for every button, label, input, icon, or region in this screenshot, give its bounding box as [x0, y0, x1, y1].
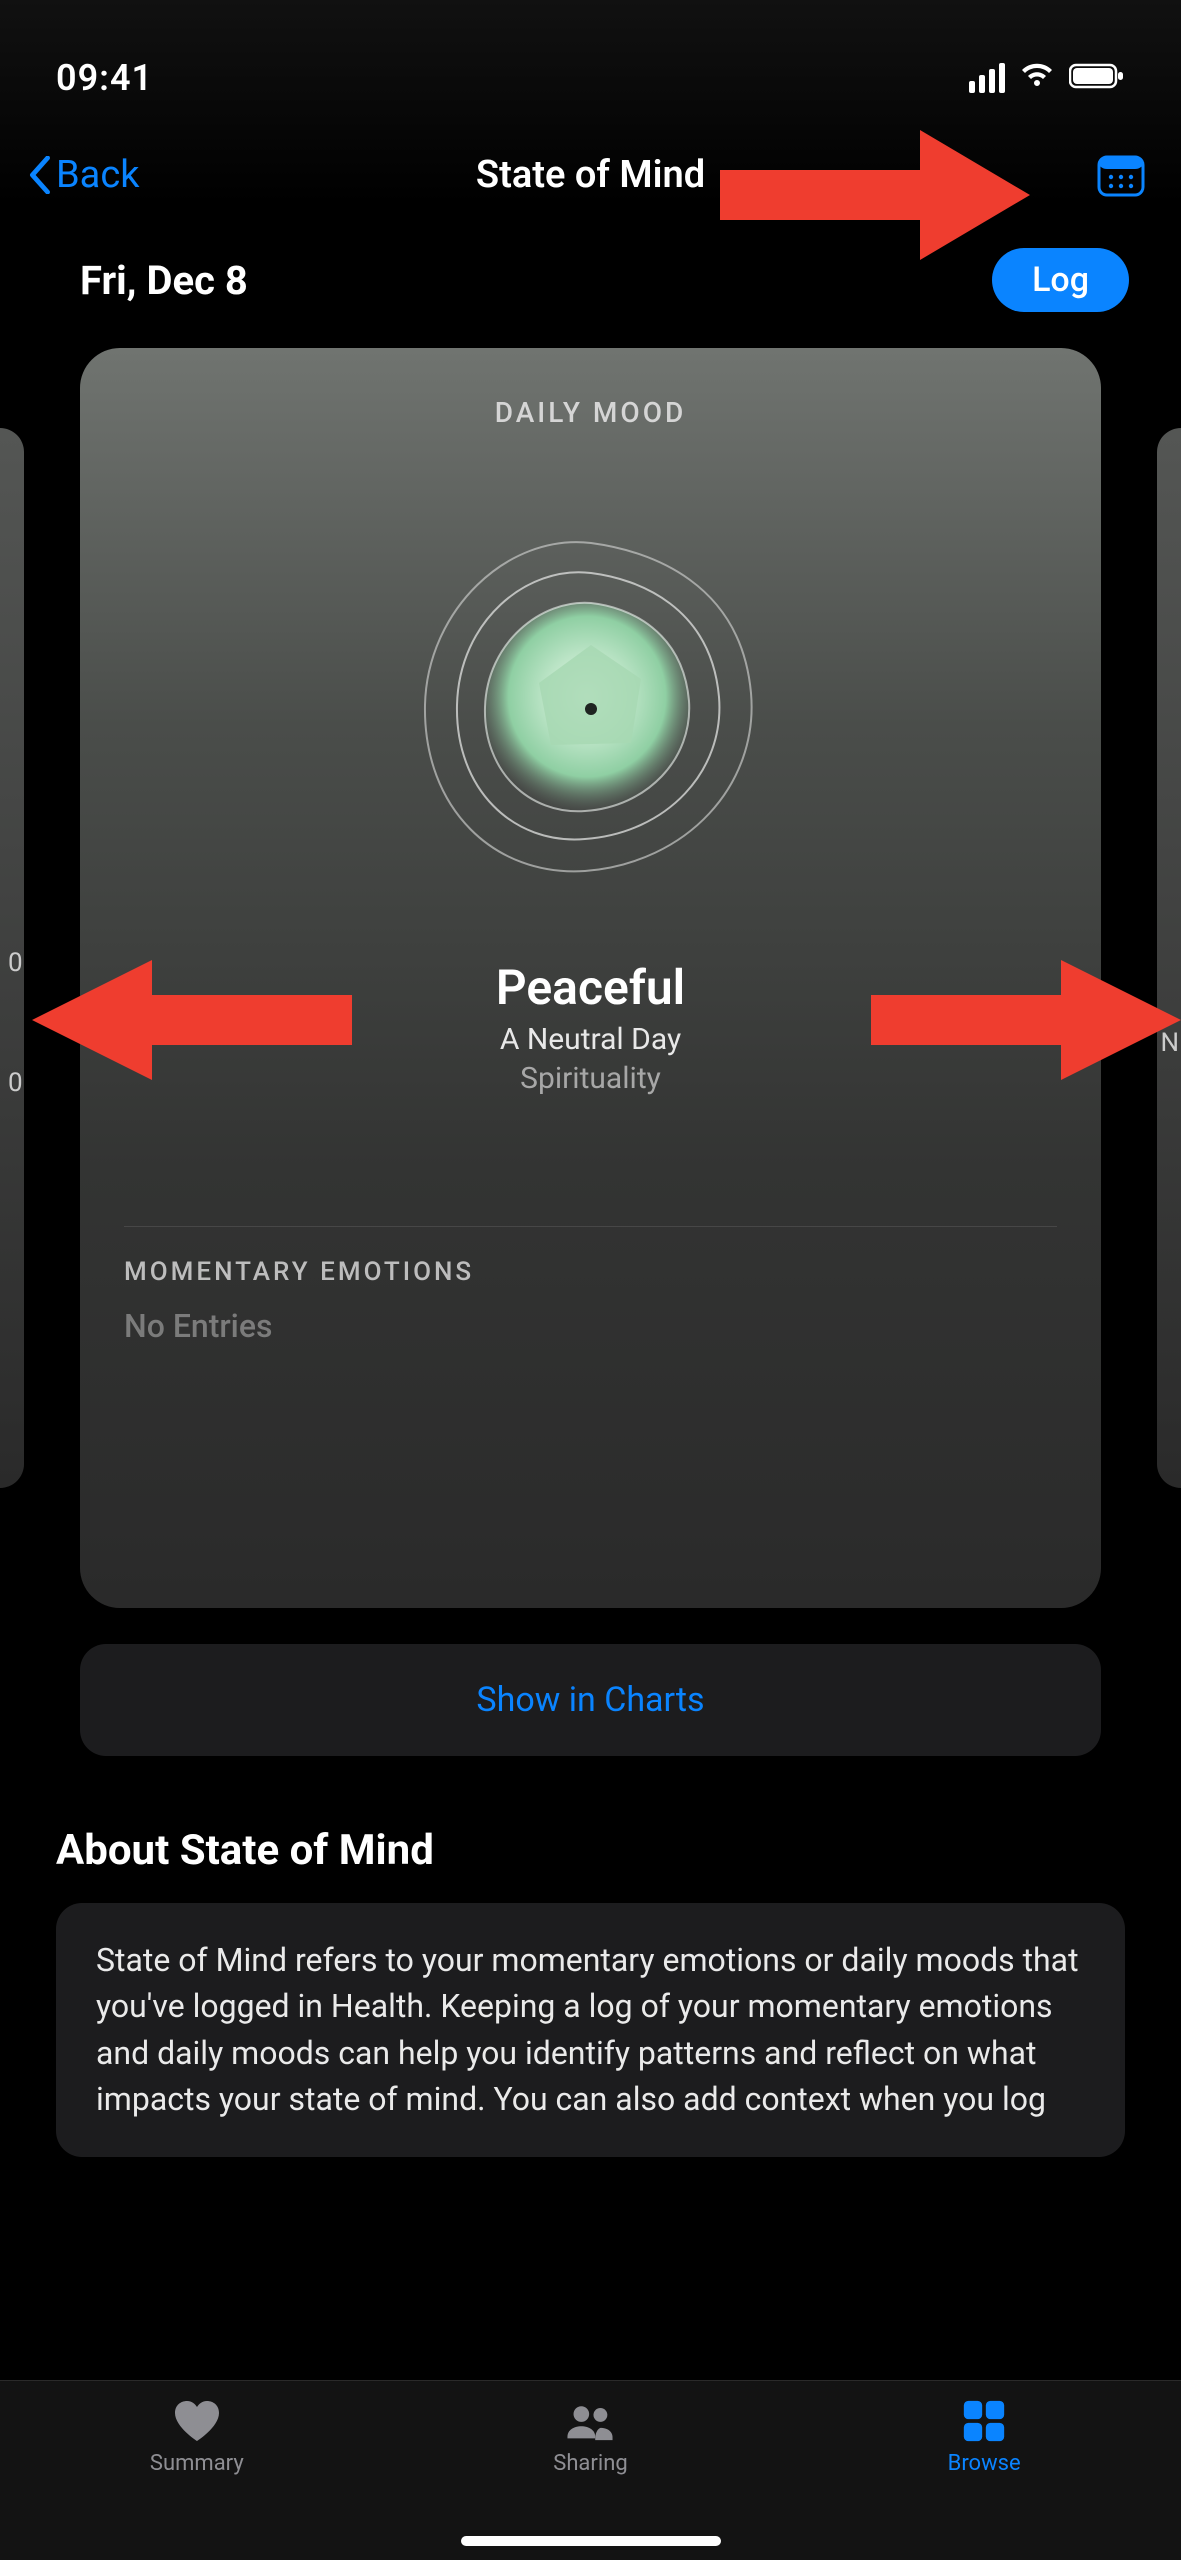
tab-label: Browse [948, 2451, 1021, 2476]
people-icon [564, 2399, 616, 2443]
tab-label: Summary [150, 2451, 244, 2476]
battery-icon [1069, 62, 1125, 94]
annotation-arrow-left [32, 960, 352, 1080]
next-card-peek[interactable]: N [1157, 428, 1181, 1488]
prev-card-peek[interactable]: 0 0 [0, 428, 24, 1488]
annotation-arrow-top-right [720, 130, 1030, 260]
home-indicator[interactable] [461, 2536, 721, 2546]
momentary-label: MOMENTARY EMOTIONS [124, 1257, 1057, 1287]
back-button[interactable]: Back [28, 153, 140, 197]
peek-text: 0 [8, 948, 22, 978]
about-body: State of Mind refers to your momentary e… [56, 1903, 1125, 2157]
status-bar: 09:41 [0, 0, 1181, 120]
annotation-arrow-right [871, 960, 1181, 1080]
card-kicker: DAILY MOOD [124, 396, 1057, 429]
tab-label: Sharing [553, 2451, 627, 2476]
divider [124, 1226, 1057, 1227]
mood-visual [124, 469, 1057, 949]
chevron-left-icon [28, 156, 52, 194]
back-label: Back [56, 153, 140, 197]
tab-summary[interactable]: Summary [97, 2399, 297, 2476]
status-time: 09:41 [56, 57, 153, 99]
tab-sharing[interactable]: Sharing [490, 2399, 690, 2476]
cellular-icon [965, 63, 1005, 93]
grid-icon [958, 2399, 1010, 2443]
tab-bar: Summary Sharing Browse [0, 2380, 1181, 2560]
calendar-icon [1097, 153, 1145, 197]
page-title: State of Mind [476, 153, 705, 197]
mood-blob-icon [411, 529, 771, 889]
date-label: Fri, Dec 8 [80, 257, 248, 304]
status-icons [965, 61, 1125, 95]
wifi-icon [1019, 61, 1055, 95]
show-in-charts-button[interactable]: Show in Charts [80, 1644, 1101, 1756]
about-heading: About State of Mind [56, 1826, 1125, 1875]
calendar-button[interactable] [1097, 153, 1145, 197]
heart-icon [171, 2399, 223, 2443]
tab-browse[interactable]: Browse [884, 2399, 1084, 2476]
peek-text: 0 [8, 1068, 22, 1098]
no-entries-text: No Entries [124, 1307, 1057, 1345]
